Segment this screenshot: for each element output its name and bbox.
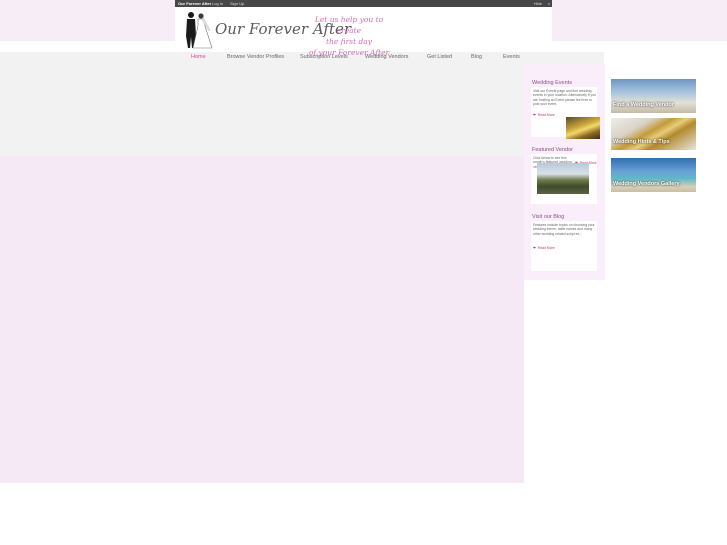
nav-item-browse-vendor-profiles[interactable]: Browse Vendor Profiles	[227, 54, 284, 60]
close-icon[interactable]: x	[548, 0, 550, 7]
events-widget-text: Visit our Events page and find wedding e…	[533, 89, 596, 107]
nav-item-events[interactable]: Events	[503, 54, 520, 60]
content-area	[0, 156, 524, 483]
blog-widget-title: Visit our Blog	[532, 214, 565, 220]
events-widget-title: Wedding Events	[532, 80, 572, 86]
hide-bar-link[interactable]: Hide	[534, 0, 542, 7]
tagline-line-2: the first day	[325, 37, 372, 46]
vendor-widget-title: Featured Vendor	[532, 147, 573, 153]
admin-site-link[interactable]: Our Forever After	[178, 0, 211, 7]
banner-vendors-gallery-label: Wedding Vendors Gallery	[613, 181, 680, 187]
nav-background-band	[0, 52, 604, 156]
nav-item-wedding-vendors[interactable]: Wedding Vendors	[365, 54, 408, 60]
sidebar: Wedding Events Visit our Events page and…	[524, 64, 605, 280]
events-read-more-link[interactable]: Read More	[533, 113, 555, 117]
nav-item-blog[interactable]: Blog	[471, 54, 482, 60]
admin-bar: Our Forever After Log In Sign Up Hide x	[175, 0, 552, 7]
nav-item-subscription-levels[interactable]: Subscription Levels	[300, 54, 348, 60]
nav-item-get-listed[interactable]: Get Listed	[427, 54, 452, 60]
banner-find-vendor[interactable]: Find a Wedding Vendor	[611, 79, 696, 113]
main-nav: Home Browse Vendor Profiles Subscription…	[175, 52, 552, 64]
blog-read-more-link[interactable]: Read More	[533, 246, 555, 250]
banner-find-vendor-label: Find a Wedding Vendor	[613, 102, 675, 108]
signup-link[interactable]: Sign Up	[230, 0, 244, 7]
banner-hints-tips[interactable]: Wedding Hints & Tips	[611, 118, 696, 150]
vendor-widget: Click below to see this month's featured…	[531, 154, 597, 204]
banner-vendors-gallery[interactable]: Wedding Vendors Gallery	[611, 158, 696, 192]
blog-widget: Features include topics on choosing your…	[531, 221, 597, 271]
tagline-line-1: Let us help you to create	[314, 15, 384, 35]
nav-item-home[interactable]: Home	[191, 54, 206, 60]
vendor-thumbnail[interactable]	[537, 163, 589, 194]
bride-groom-icon	[186, 12, 213, 49]
events-thumbnail[interactable]	[566, 117, 600, 139]
site-logo[interactable]: Our Forever After	[183, 10, 351, 50]
login-link[interactable]: Log In	[212, 0, 223, 7]
banner-hints-tips-label: Wedding Hints & Tips	[613, 139, 670, 145]
blog-widget-text: Features include topics on choosing your…	[533, 223, 595, 236]
site-header: Our Forever After Let us help you to cre…	[175, 7, 552, 57]
events-widget: Visit our Events page and find wedding e…	[531, 87, 600, 139]
